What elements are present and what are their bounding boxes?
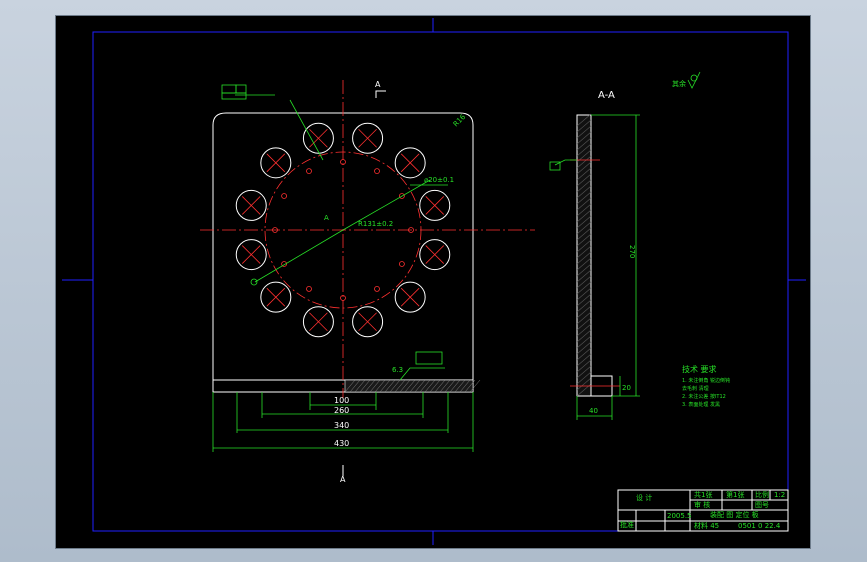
svg-text:装配 图 定位 板: 装配 图 定位 板 (710, 510, 759, 519)
svg-text:设 计: 设 计 (636, 493, 652, 502)
svg-text:共1张: 共1张 (694, 490, 712, 499)
tolerance-frame (221, 92, 247, 100)
title-block: 设 计 共1张 第1张 比例 1:2 审 核 图号 批准 2005.5 装配 图… (617, 489, 789, 532)
thickness-dim: 40 (589, 407, 598, 415)
svg-text:其余: 其余 (672, 79, 686, 88)
pcd-note: R131±0.2 (358, 220, 393, 228)
leader (554, 159, 577, 166)
tolerance-frame (235, 84, 247, 94)
roughness-symbol: 其余 (672, 71, 701, 89)
small-dim: 20 (622, 384, 631, 392)
corner-radius-note: R16 (452, 113, 468, 129)
cad-drawing: R131±0.2 ⌀20±0.1 R16 A A A 6.3 100 260 3… (62, 18, 806, 545)
dim-340: 340 (334, 421, 349, 430)
tech-title: 技术 要求 (682, 364, 717, 374)
height-dim: 270 (628, 245, 636, 258)
datum-mark (250, 278, 258, 286)
dim-100: 100 (334, 396, 349, 405)
radius-leader (254, 229, 344, 283)
tech-item: 2. 未注公差 按IT12 (682, 393, 726, 400)
pin-hole (374, 168, 380, 175)
front-view: R131±0.2 ⌀20±0.1 R16 A A A 6.3 100 260 3… (200, 80, 535, 484)
svg-text:图号: 图号 (755, 501, 769, 509)
section-view: A-A 270 20 40 (549, 90, 640, 420)
section-title: A-A (598, 90, 615, 101)
dim-430: 430 (334, 439, 349, 448)
pin-hole (306, 168, 312, 175)
pin-hole (306, 285, 312, 292)
depth-leader (399, 367, 445, 381)
svg-text:0501 0 22.4: 0501 0 22.4 (738, 522, 781, 530)
svg-text:材料 45: 材料 45 (694, 521, 719, 530)
leader (289, 99, 324, 161)
tech-item: 3. 表面处理 发黑 (682, 401, 720, 408)
dim-260: 260 (334, 406, 349, 415)
svg-text:审 核: 审 核 (694, 500, 710, 509)
hole-note: ⌀20±0.1 (424, 176, 454, 184)
tech-item: 1. 未注倒角 锐边倒钝 (682, 377, 730, 384)
tech-item: 去毛刺 清理 (682, 385, 709, 392)
tolerance-frame (221, 84, 237, 94)
drawing-border (92, 31, 789, 532)
svg-text:第1张: 第1张 (726, 490, 744, 499)
pin-hole (398, 261, 405, 267)
depth-note: 6.3 (392, 366, 403, 374)
pin-hole (374, 285, 380, 292)
svg-text:1:2: 1:2 (774, 491, 785, 499)
section-mark-top: A (375, 80, 381, 89)
depth-callout (415, 351, 443, 365)
svg-text:比例: 比例 (755, 490, 769, 499)
center-label: A (324, 214, 329, 222)
section-mark-bottom: A (340, 475, 346, 484)
section-arrow-top (375, 90, 382, 98)
svg-text:2005.5: 2005.5 (667, 512, 692, 520)
tech-requirements: 技术 要求 1. 未注倒角 锐边倒钝 去毛刺 清理 2. 未注公差 按IT12 … (682, 364, 730, 408)
pin-hole (281, 193, 288, 199)
svg-text:批准: 批准 (620, 520, 634, 529)
